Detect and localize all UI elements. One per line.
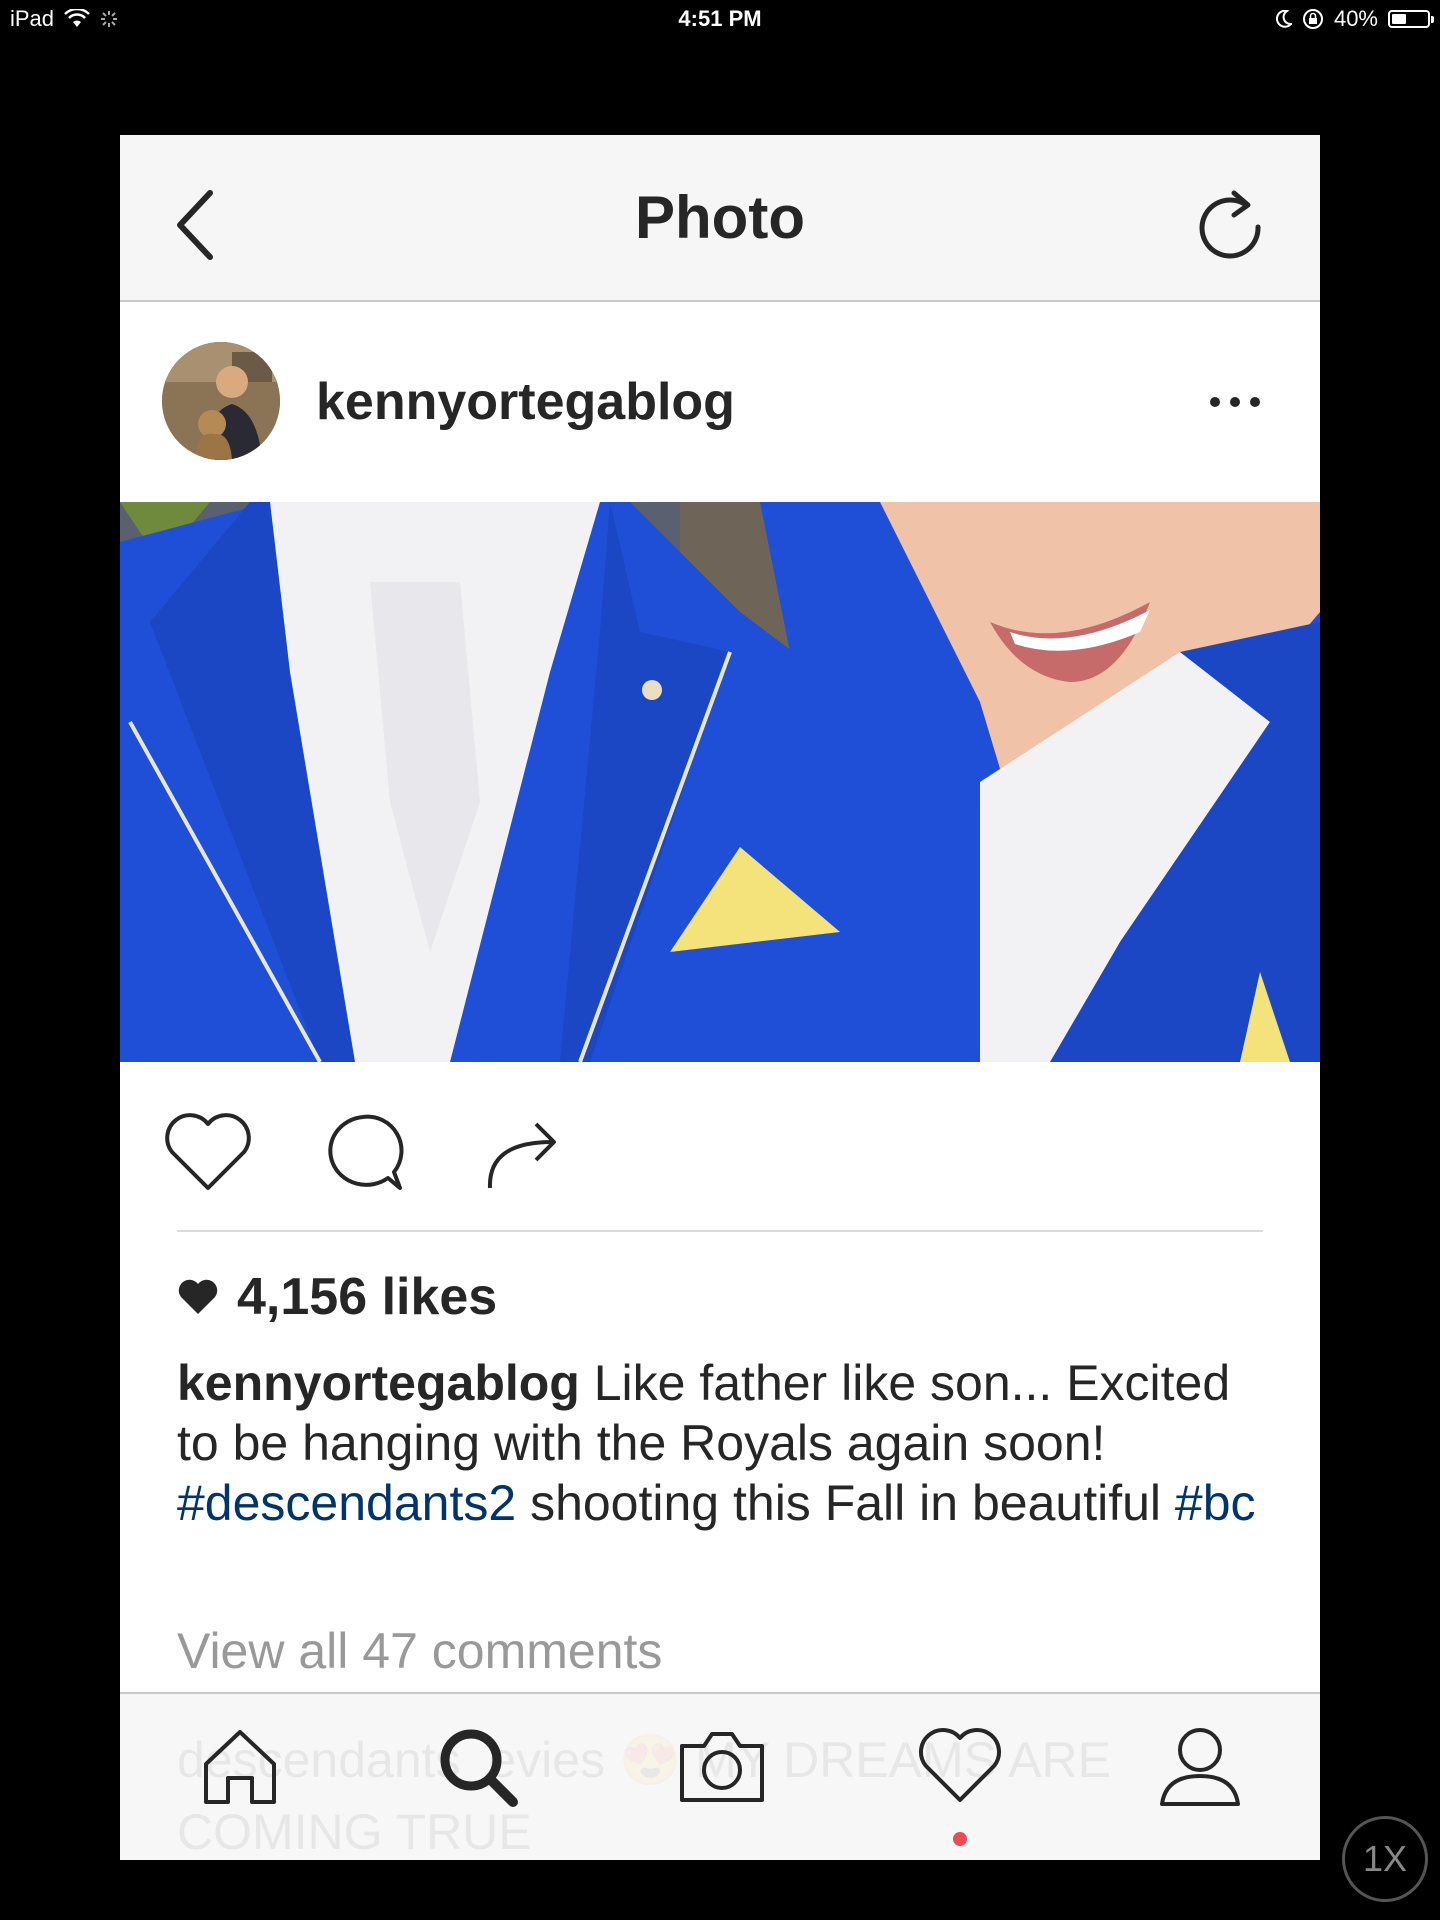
status-bar: iPad 4:51 PM 40% bbox=[0, 0, 1440, 40]
post-header: kennyortegablog bbox=[120, 302, 1320, 500]
caption-text-2: shooting this Fall in beautiful bbox=[516, 1475, 1175, 1531]
refresh-icon[interactable] bbox=[1190, 183, 1270, 263]
battery-percent: 40% bbox=[1333, 6, 1378, 31]
battery-icon bbox=[1388, 10, 1434, 28]
home-icon[interactable] bbox=[198, 1724, 282, 1808]
hashtag-bc[interactable]: #bc bbox=[1175, 1475, 1256, 1531]
comment-icon[interactable] bbox=[322, 1112, 404, 1194]
share-arrow-icon[interactable] bbox=[482, 1112, 562, 1192]
profile-icon[interactable] bbox=[1156, 1724, 1244, 1808]
likes-label: 4,156 likes bbox=[237, 1268, 498, 1326]
search-icon[interactable] bbox=[435, 1724, 519, 1808]
avatar-image bbox=[162, 342, 280, 460]
caption-username[interactable]: kennyortegablog bbox=[177, 1355, 580, 1411]
likes-count[interactable]: 4,156 likes bbox=[177, 1267, 497, 1327]
tab-bar: descendants_evies 😍 MY DREAMS ARE COMING… bbox=[120, 1692, 1320, 1860]
status-right: 40% bbox=[1275, 6, 1434, 32]
more-dots-icon[interactable] bbox=[1205, 382, 1265, 422]
avatar[interactable] bbox=[162, 342, 280, 460]
moon-icon bbox=[1275, 10, 1292, 28]
page-title: Photo bbox=[635, 184, 805, 251]
heart-filled-icon bbox=[178, 1279, 218, 1314]
post-caption: kennyortegablog Like father like son... … bbox=[177, 1353, 1267, 1533]
like-heart-icon[interactable] bbox=[162, 1112, 254, 1192]
hashtag-descendants2[interactable]: #descendants2 bbox=[177, 1475, 516, 1531]
status-time: 4:51 PM bbox=[678, 6, 762, 31]
divider bbox=[177, 1230, 1263, 1232]
post-username[interactable]: kennyortegablog bbox=[316, 372, 735, 432]
nav-bar: Photo bbox=[120, 135, 1320, 302]
camera-icon[interactable] bbox=[676, 1724, 768, 1808]
notification-dot bbox=[953, 1832, 967, 1846]
activity-heart-icon[interactable] bbox=[916, 1724, 1004, 1808]
rotation-lock-icon bbox=[1302, 9, 1323, 29]
instagram-app: Photo kennyortegablog 4,156 likes kennyo… bbox=[120, 135, 1320, 1860]
post-photo[interactable] bbox=[120, 502, 1320, 1062]
post-image bbox=[120, 502, 1320, 1062]
zoom-1x-button[interactable]: 1X bbox=[1342, 1816, 1428, 1902]
post-actions bbox=[120, 1062, 1320, 1212]
view-all-comments-link[interactable]: View all 47 comments bbox=[177, 1622, 662, 1680]
